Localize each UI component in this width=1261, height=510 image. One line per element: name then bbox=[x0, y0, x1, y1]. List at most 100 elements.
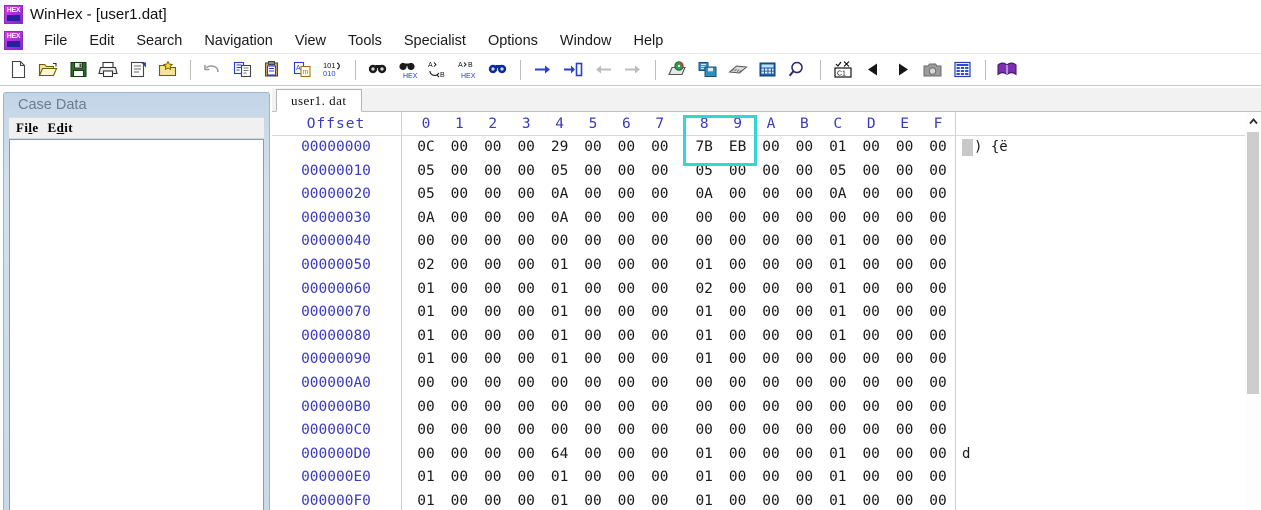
hex-byte[interactable]: 00 bbox=[725, 278, 751, 302]
hex-row[interactable]: 000000C0 00 00 00 00 00 00 00 00 00 00 00 00 00 00 00 00 bbox=[272, 419, 1261, 443]
hex-byte[interactable]: 00 bbox=[791, 466, 817, 490]
hex-byte[interactable]: 00 bbox=[580, 160, 606, 184]
hex-byte[interactable]: 00 bbox=[446, 443, 472, 467]
back-arrow-icon[interactable] bbox=[588, 56, 618, 84]
scroll-thumb[interactable] bbox=[1247, 132, 1259, 394]
column-header-F[interactable]: F bbox=[925, 112, 951, 136]
hex-byte[interactable]: 00 bbox=[725, 348, 751, 372]
hex-byte[interactable]: 05 bbox=[547, 160, 573, 184]
hex-byte[interactable]: 00 bbox=[480, 372, 506, 396]
column-header-C[interactable]: C bbox=[825, 112, 851, 136]
hex-byte[interactable]: 00 bbox=[758, 136, 784, 160]
hex-byte[interactable]: 01 bbox=[691, 325, 717, 349]
column-header-2[interactable]: 2 bbox=[480, 112, 506, 136]
hex-byte[interactable]: 00 bbox=[480, 254, 506, 278]
hex-byte[interactable]: 00 bbox=[613, 348, 639, 372]
checksum-icon[interactable]: C1 bbox=[828, 56, 858, 84]
hex-byte[interactable]: 00 bbox=[758, 372, 784, 396]
hex-byte[interactable]: 00 bbox=[647, 325, 673, 349]
hex-byte[interactable]: 00 bbox=[513, 136, 539, 160]
hex-byte[interactable]: 00 bbox=[758, 325, 784, 349]
hex-row[interactable]: 00000000 0C 00 00 00 29 00 00 00 7B EB 00 00 01 00 00 00… bbox=[272, 136, 1261, 160]
hex-byte[interactable]: 00 bbox=[791, 207, 817, 231]
hex-byte[interactable]: 0A bbox=[547, 183, 573, 207]
hex-byte[interactable]: 01 bbox=[691, 254, 717, 278]
hex-byte[interactable]: 00 bbox=[758, 160, 784, 184]
hex-byte[interactable]: 00 bbox=[791, 419, 817, 443]
hex-byte[interactable]: 00 bbox=[580, 325, 606, 349]
hex-byte[interactable]: 00 bbox=[791, 443, 817, 467]
menu-search[interactable]: Search bbox=[125, 31, 193, 51]
hex-byte[interactable]: 01 bbox=[413, 466, 439, 490]
column-header-8[interactable]: 8 bbox=[691, 112, 717, 136]
hex-byte[interactable]: 00 bbox=[691, 419, 717, 443]
hex-byte[interactable]: 00 bbox=[892, 348, 918, 372]
hex-byte[interactable]: 00 bbox=[580, 136, 606, 160]
find-text-icon[interactable] bbox=[363, 56, 393, 84]
hex-byte[interactable]: 00 bbox=[858, 419, 884, 443]
ascii-text[interactable]: d bbox=[962, 443, 970, 467]
hex-byte[interactable]: 01 bbox=[547, 325, 573, 349]
hex-byte[interactable]: 01 bbox=[825, 466, 851, 490]
hex-byte[interactable]: 00 bbox=[858, 348, 884, 372]
hex-byte[interactable]: 00 bbox=[513, 301, 539, 325]
hex-byte[interactable]: 02 bbox=[691, 278, 717, 302]
hex-byte[interactable]: 00 bbox=[580, 183, 606, 207]
hex-row[interactable]: 000000B0 00 00 00 00 00 00 00 00 00 00 00 00 00 00 00 00 bbox=[272, 395, 1261, 420]
hex-byte[interactable]: 00 bbox=[925, 466, 951, 490]
hex-byte[interactable]: 01 bbox=[691, 466, 717, 490]
menu-navigation[interactable]: Navigation bbox=[193, 31, 284, 51]
hex-byte[interactable]: 00 bbox=[725, 419, 751, 443]
hex-byte[interactable]: 00 bbox=[758, 230, 784, 254]
hex-byte[interactable]: 01 bbox=[825, 278, 851, 302]
hex-byte[interactable]: 00 bbox=[858, 490, 884, 510]
hex-row[interactable]: 000000D0 00 00 00 00 64 00 00 00 01 00 00 00 01 00 00 00… bbox=[272, 442, 1261, 467]
hex-byte[interactable]: 00 bbox=[925, 136, 951, 160]
hex-logo-icon-menubar[interactable] bbox=[4, 31, 23, 50]
hex-byte[interactable]: 00 bbox=[892, 278, 918, 302]
hex-byte[interactable]: 00 bbox=[691, 230, 717, 254]
hex-byte[interactable]: 00 bbox=[613, 207, 639, 231]
hex-row[interactable]: 00000030 0A 00 00 00 0A 00 00 00 00 00 00 00 00 00 00 00 bbox=[272, 206, 1261, 231]
hex-byte[interactable]: 00 bbox=[613, 301, 639, 325]
goto-offset-icon[interactable] bbox=[528, 56, 558, 84]
hex-byte[interactable]: 00 bbox=[725, 490, 751, 510]
hex-byte[interactable]: 00 bbox=[446, 466, 472, 490]
hex-byte[interactable]: 00 bbox=[791, 183, 817, 207]
hex-byte[interactable]: 00 bbox=[725, 160, 751, 184]
hex-byte[interactable]: 00 bbox=[613, 466, 639, 490]
properties-icon[interactable] bbox=[123, 56, 153, 84]
open-memory-icon[interactable] bbox=[723, 56, 753, 84]
hex-byte[interactable]: 00 bbox=[580, 207, 606, 231]
hex-byte[interactable]: 00 bbox=[892, 230, 918, 254]
hex-byte[interactable]: 00 bbox=[480, 183, 506, 207]
create-disk-image-icon[interactable] bbox=[153, 56, 183, 84]
hex-byte[interactable]: 00 bbox=[758, 348, 784, 372]
data-interpreter-icon[interactable] bbox=[948, 56, 978, 84]
hex-byte[interactable]: 00 bbox=[758, 183, 784, 207]
hex-byte[interactable]: 01 bbox=[413, 278, 439, 302]
hex-byte[interactable]: EB bbox=[725, 136, 751, 160]
hex-byte[interactable]: 00 bbox=[858, 278, 884, 302]
hex-byte[interactable]: 00 bbox=[925, 396, 951, 420]
menu-specialist[interactable]: Specialist bbox=[393, 31, 477, 51]
hex-byte[interactable]: 00 bbox=[725, 254, 751, 278]
hex-byte[interactable]: 00 bbox=[647, 278, 673, 302]
hex-byte[interactable]: 00 bbox=[580, 443, 606, 467]
hex-byte[interactable]: 00 bbox=[758, 443, 784, 467]
hex-byte[interactable]: 00 bbox=[413, 443, 439, 467]
hex-byte[interactable]: 00 bbox=[480, 466, 506, 490]
hex-byte[interactable]: 01 bbox=[413, 325, 439, 349]
hex-byte[interactable]: 00 bbox=[580, 278, 606, 302]
hex-byte[interactable]: 00 bbox=[446, 160, 472, 184]
copy-icon[interactable] bbox=[228, 56, 258, 84]
hex-byte[interactable]: 01 bbox=[825, 254, 851, 278]
hex-byte[interactable]: 00 bbox=[513, 372, 539, 396]
hex-byte[interactable]: 05 bbox=[413, 160, 439, 184]
hex-byte[interactable]: 00 bbox=[513, 278, 539, 302]
hex-byte[interactable]: 00 bbox=[480, 230, 506, 254]
hex-byte[interactable]: 00 bbox=[892, 160, 918, 184]
hex-byte[interactable]: 00 bbox=[825, 348, 851, 372]
hex-byte[interactable]: 00 bbox=[791, 348, 817, 372]
hex-byte[interactable]: 00 bbox=[480, 207, 506, 231]
